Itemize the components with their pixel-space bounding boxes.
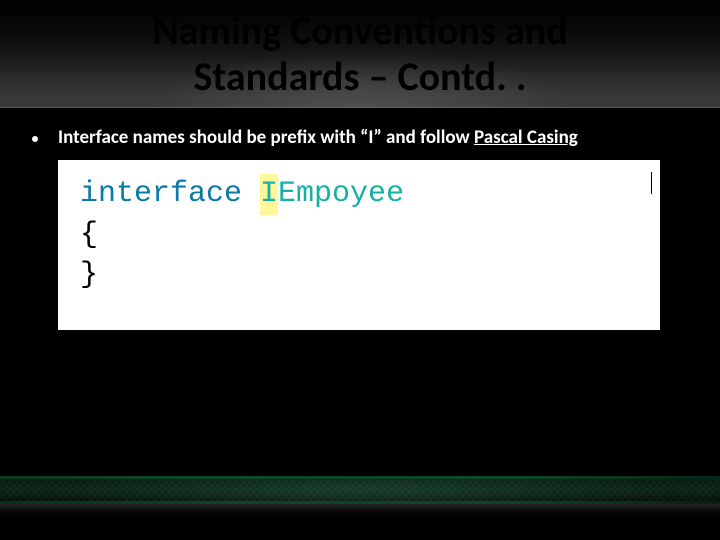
footer-gloss bbox=[0, 504, 720, 514]
bullet-item: Interface names should be prefix with “I… bbox=[28, 126, 692, 149]
open-brace: { bbox=[80, 215, 642, 256]
text-caret-icon bbox=[651, 172, 652, 194]
type-name: Empoyee bbox=[278, 177, 404, 211]
body-area: Interface names should be prefix with “I… bbox=[28, 126, 692, 149]
title-line-1: Naming Conventions and bbox=[0, 8, 720, 54]
highlight-box: I bbox=[260, 174, 278, 215]
header-shadow bbox=[0, 108, 720, 122]
footer-decoration bbox=[0, 476, 720, 516]
pascal-casing-link[interactable]: Pascal Casing bbox=[474, 126, 578, 149]
title-line-2: Standards – Contd. . bbox=[0, 54, 720, 100]
keyword-interface: interface bbox=[80, 177, 242, 211]
bullet-prefix: Interface names should be prefix with “I… bbox=[58, 126, 474, 149]
slide-title: Naming Conventions and Standards – Contd… bbox=[0, 8, 720, 100]
code-line-1: interface IEmpoyee bbox=[80, 174, 642, 215]
footer-hatch-pattern bbox=[0, 479, 720, 501]
bullet-text: Interface names should be prefix with “I… bbox=[58, 126, 578, 149]
code-snippet-panel: interface IEmpoyee { } bbox=[58, 160, 660, 330]
close-brace: } bbox=[80, 255, 642, 296]
bullet-dot-icon bbox=[32, 136, 38, 142]
type-prefix-I: I bbox=[260, 177, 278, 211]
